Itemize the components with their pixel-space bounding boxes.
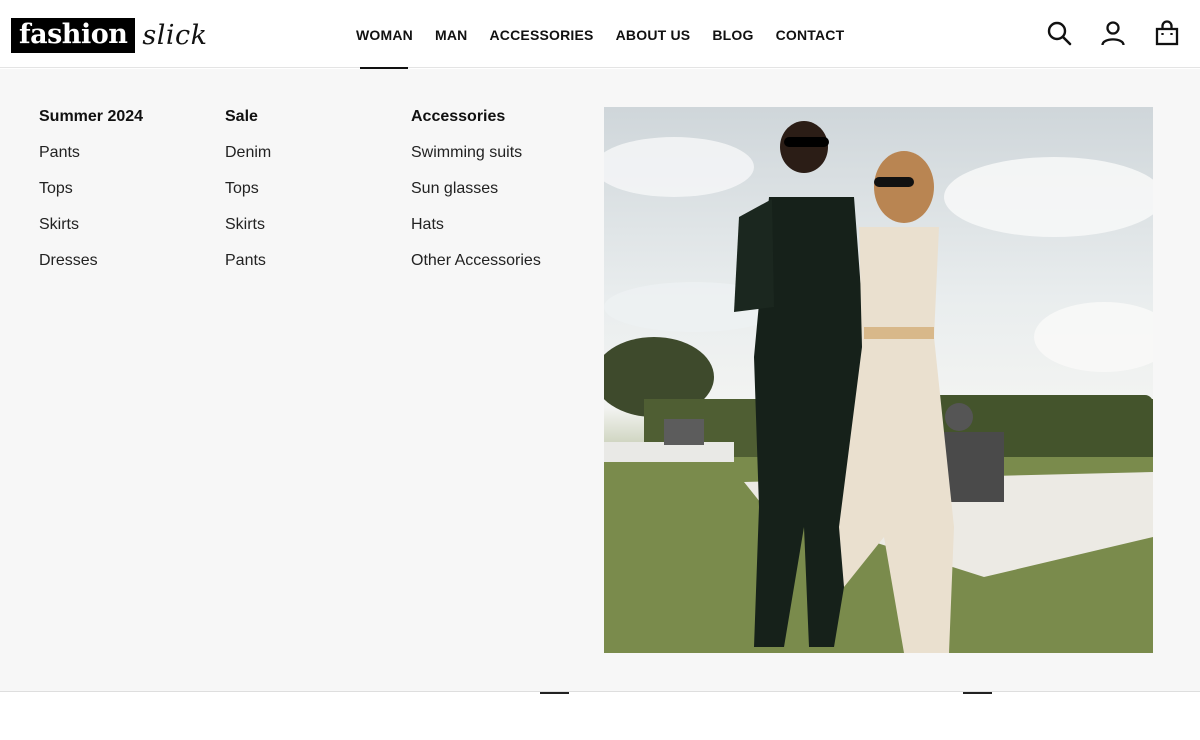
nav-item-about-us[interactable]: ABOUT US: [605, 0, 702, 68]
search-icon[interactable]: [1046, 20, 1072, 46]
header-icons: [1046, 20, 1180, 46]
below-fold-divider: [963, 692, 992, 694]
menu-link-hats[interactable]: Hats: [411, 215, 541, 235]
shopping-bag-icon[interactable]: [1154, 20, 1180, 46]
menu-column-title[interactable]: Accessories: [411, 107, 541, 127]
promo-photo[interactable]: [604, 107, 1153, 653]
logo-wordmark-script: slick: [142, 19, 208, 51]
below-fold-divider: [540, 692, 569, 694]
menu-link-tops[interactable]: Tops: [39, 179, 143, 199]
menu-link-pants[interactable]: Pants: [39, 143, 143, 163]
menu-link-tops[interactable]: Tops: [225, 179, 271, 199]
user-icon[interactable]: [1100, 20, 1126, 46]
nav-item-woman[interactable]: WOMAN: [345, 0, 424, 69]
menu-column-title[interactable]: Sale: [225, 107, 271, 127]
menu-link-other-accessories[interactable]: Other Accessories: [411, 251, 541, 271]
menu-link-swimming-suits[interactable]: Swimming suits: [411, 143, 541, 163]
menu-link-pants[interactable]: Pants: [225, 251, 271, 271]
promo-photo-illustration: [604, 121, 1153, 653]
nav-item-man[interactable]: MAN: [424, 0, 478, 68]
menu-column-title[interactable]: Summer 2024: [39, 107, 143, 127]
main-nav: WOMAN MAN ACCESSORIES ABOUT US BLOG CONT…: [345, 0, 856, 69]
menu-link-dresses[interactable]: Dresses: [39, 251, 143, 271]
menu-link-sun-glasses[interactable]: Sun glasses: [411, 179, 541, 199]
nav-item-blog[interactable]: BLOG: [701, 0, 764, 68]
nav-item-accessories[interactable]: ACCESSORIES: [478, 0, 604, 68]
menu-link-skirts[interactable]: Skirts: [225, 215, 271, 235]
brand-logo[interactable]: fashion slick: [11, 17, 207, 53]
nav-item-contact[interactable]: CONTACT: [765, 0, 856, 68]
mega-menu-dropdown: Summer 2024 Pants Tops Skirts Dresses Sa…: [0, 69, 1200, 692]
menu-column-summer-2024: Summer 2024 Pants Tops Skirts Dresses: [39, 107, 143, 287]
menu-column-accessories: Accessories Swimming suits Sun glasses H…: [411, 107, 541, 287]
site-header: fashion slick WOMAN MAN ACCESSORIES ABOU…: [0, 0, 1200, 69]
menu-column-sale: Sale Denim Tops Skirts Pants: [225, 107, 271, 287]
logo-wordmark-box: fashion: [11, 17, 136, 53]
menu-link-skirts[interactable]: Skirts: [39, 215, 143, 235]
menu-link-denim[interactable]: Denim: [225, 143, 271, 163]
